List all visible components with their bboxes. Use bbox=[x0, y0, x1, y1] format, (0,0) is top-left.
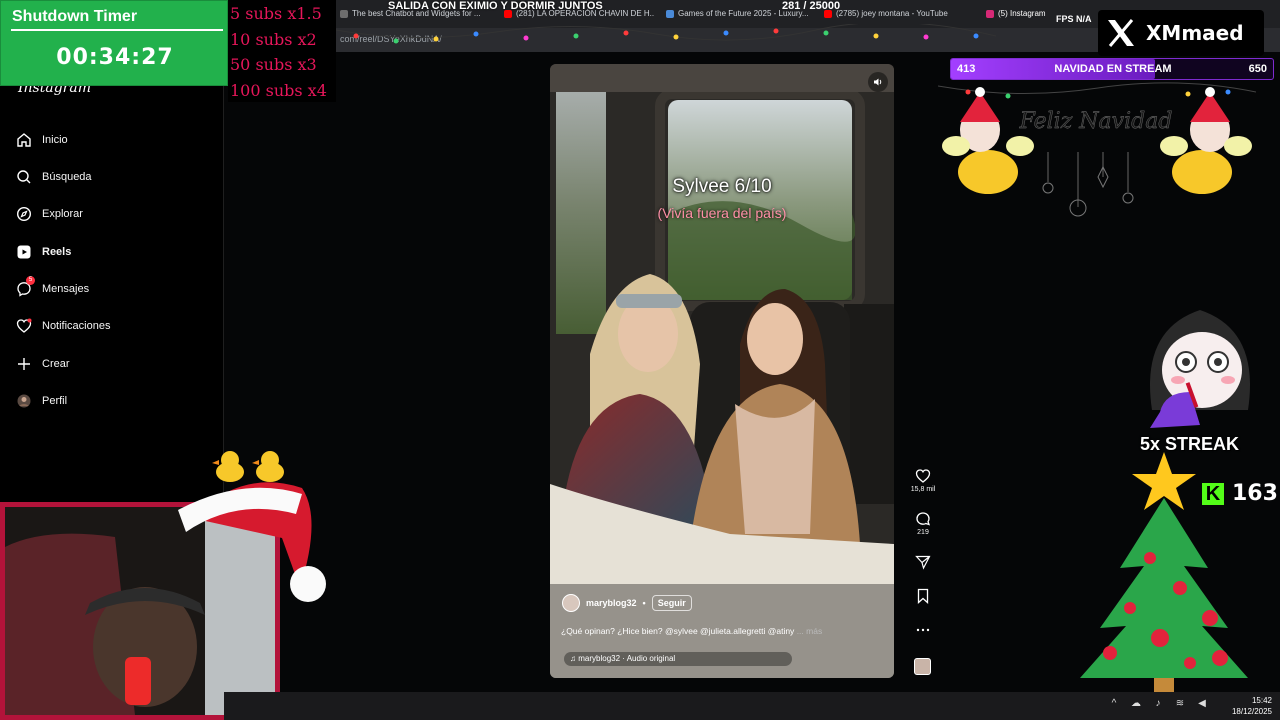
heart-icon bbox=[16, 318, 32, 333]
feliz-navidad-text: Feliz Navidad bbox=[1019, 109, 1173, 134]
audio-cover-thumbnail[interactable] bbox=[914, 658, 931, 675]
nav-item-home[interactable]: Inicio bbox=[16, 129, 68, 151]
nav-label: Reels bbox=[42, 246, 72, 258]
windows-taskbar: ^ ☁ ♪ ≋ ◀ 15:42 18/12/2025 bbox=[224, 692, 1280, 720]
nav-label: Mensajes bbox=[42, 283, 90, 295]
browser-tab[interactable]: (2785) joey montana - YouTube bbox=[824, 4, 972, 24]
speaker-icon bbox=[874, 78, 882, 86]
subs-tier: 50 subs x3 bbox=[230, 55, 317, 74]
reel-caption: ¿Qué opinan? ¿Hice bien? @sylvee @juliet… bbox=[561, 626, 822, 636]
nav-label: Inicio bbox=[42, 134, 68, 146]
instagram-icon bbox=[986, 9, 994, 18]
nav-label: Crear bbox=[42, 358, 70, 370]
comment-button[interactable]: 219 bbox=[912, 511, 934, 536]
cloud-icon[interactable]: ☁ bbox=[1130, 698, 1142, 710]
search-icon bbox=[17, 170, 31, 184]
more-icon bbox=[916, 628, 930, 632]
nav-item-create[interactable]: Crear bbox=[16, 353, 70, 375]
subs-tier: 100 subs x4 bbox=[230, 81, 327, 100]
timer-value: 00:34:27 bbox=[56, 45, 174, 70]
nav-label: Notificaciones bbox=[42, 320, 111, 332]
music-note-icon: ♫ bbox=[570, 654, 579, 663]
timer-title: Shutdown Timer bbox=[12, 8, 138, 25]
caption-more-link[interactable]: ... más bbox=[797, 626, 823, 636]
audio-attribution[interactable]: ♫ maryblog32 · Audio original bbox=[564, 652, 792, 666]
subs-tier: 10 subs x2 bbox=[230, 30, 317, 49]
subs-multiplier-widget: 5 subs x1.5 10 subs x2 50 subs x3 100 su… bbox=[228, 0, 336, 102]
mute-button[interactable] bbox=[868, 72, 888, 92]
stream-title: SALIDA CON EXIMIO Y DORMIR JUNTOS bbox=[388, 0, 603, 12]
browser-tab-icon bbox=[340, 9, 348, 18]
christmas-santa-ducks-decoration: Feliz Navidad bbox=[938, 82, 1256, 217]
chibi-avatar-sticker bbox=[1150, 310, 1250, 428]
nav-label: Búsqueda bbox=[42, 171, 92, 183]
clock-time: 15:42 bbox=[1251, 696, 1272, 705]
reel-overlay-subtitle: (Vivía fuera del país) bbox=[657, 205, 787, 221]
system-tray: ^ ☁ ♪ ≋ ◀ bbox=[1108, 698, 1208, 710]
author-username[interactable]: maryblog32 bbox=[586, 598, 637, 608]
follow-button[interactable]: Seguir bbox=[651, 595, 692, 611]
stream-goal-bar: 413 NAVIDAD EN STREAM 650 bbox=[950, 58, 1274, 80]
reel-video-frame bbox=[550, 64, 894, 678]
chevron-up-icon[interactable]: ^ bbox=[1108, 698, 1120, 710]
plus-icon bbox=[18, 358, 30, 370]
separator-dot: • bbox=[642, 598, 646, 608]
taskbar-clock[interactable]: 15:42 18/12/2025 bbox=[1232, 695, 1272, 717]
nav-item-reels[interactable]: Reels bbox=[16, 241, 71, 263]
reel-overlay-title: Sylvee 6/10 bbox=[672, 176, 772, 197]
nav-item-search[interactable]: Búsqueda bbox=[16, 166, 92, 188]
clock-date: 18/12/2025 bbox=[1231, 707, 1272, 716]
nav-label: Perfil bbox=[42, 395, 68, 407]
nav-item-explore[interactable]: Explorar bbox=[16, 203, 83, 225]
shutdown-timer-widget: Shutdown Timer 00:34:27 bbox=[0, 0, 228, 86]
brand-name: XMmaed bbox=[1146, 21, 1244, 45]
heart-icon bbox=[915, 469, 931, 483]
audio-label: maryblog32 · Audio original bbox=[578, 654, 676, 663]
like-count: 15,8 mil bbox=[910, 486, 936, 493]
caption-text: ¿Qué opinan? ¿Hice bien? @sylvee @juliet… bbox=[561, 626, 795, 636]
microphone-icon[interactable]: ♪ bbox=[1152, 698, 1164, 710]
wifi-icon[interactable]: ≋ bbox=[1174, 698, 1186, 710]
subs-tier: 5 subs x1.5 bbox=[230, 4, 322, 23]
more-options-button[interactable] bbox=[912, 622, 934, 638]
nav-label: Explorar bbox=[42, 208, 83, 220]
nav-item-messages[interactable]: 5 Mensajes bbox=[16, 276, 90, 300]
like-button[interactable]: 15,8 mil bbox=[910, 468, 936, 493]
goal-target: 650 bbox=[1248, 63, 1267, 75]
fps-counter: FPS N/A bbox=[1056, 14, 1092, 24]
browser-tab-active[interactable]: (5) Instagram bbox=[986, 4, 1066, 24]
bookmark-icon bbox=[917, 588, 929, 604]
nav-item-notifications[interactable]: Notificaciones bbox=[16, 315, 110, 337]
profile-avatar bbox=[17, 394, 31, 408]
reel-video[interactable]: Sylvee 6/10 (Vivía fuera del país) maryb… bbox=[550, 64, 894, 678]
send-icon bbox=[915, 555, 931, 570]
comment-icon bbox=[916, 512, 931, 526]
nav-item-profile[interactable]: Perfil bbox=[16, 390, 67, 412]
share-button[interactable] bbox=[912, 554, 934, 570]
reel-author: maryblog32 • Seguir bbox=[562, 594, 692, 612]
save-button[interactable] bbox=[912, 588, 934, 604]
christmas-tree-decoration bbox=[1080, 452, 1248, 692]
brand-handle-widget: XMmaed bbox=[1098, 10, 1264, 56]
sub-goal-counter: 281 / 25000 bbox=[782, 0, 841, 12]
home-icon bbox=[17, 133, 31, 147]
comment-count: 219 bbox=[917, 529, 929, 536]
santa-hat-ducks-decoration bbox=[178, 451, 326, 602]
timer-divider bbox=[11, 29, 223, 31]
compass-icon bbox=[16, 206, 32, 222]
author-avatar[interactable] bbox=[562, 594, 580, 612]
notification-badge: 5 bbox=[26, 276, 35, 285]
christmas-lights-decoration bbox=[336, 24, 996, 44]
volume-icon[interactable]: ◀ bbox=[1196, 698, 1208, 710]
browser-tab-icon bbox=[666, 9, 674, 18]
reels-icon bbox=[17, 245, 31, 259]
goal-title: NAVIDAD EN STREAM bbox=[1054, 63, 1172, 75]
x-logo-icon bbox=[1108, 19, 1134, 47]
